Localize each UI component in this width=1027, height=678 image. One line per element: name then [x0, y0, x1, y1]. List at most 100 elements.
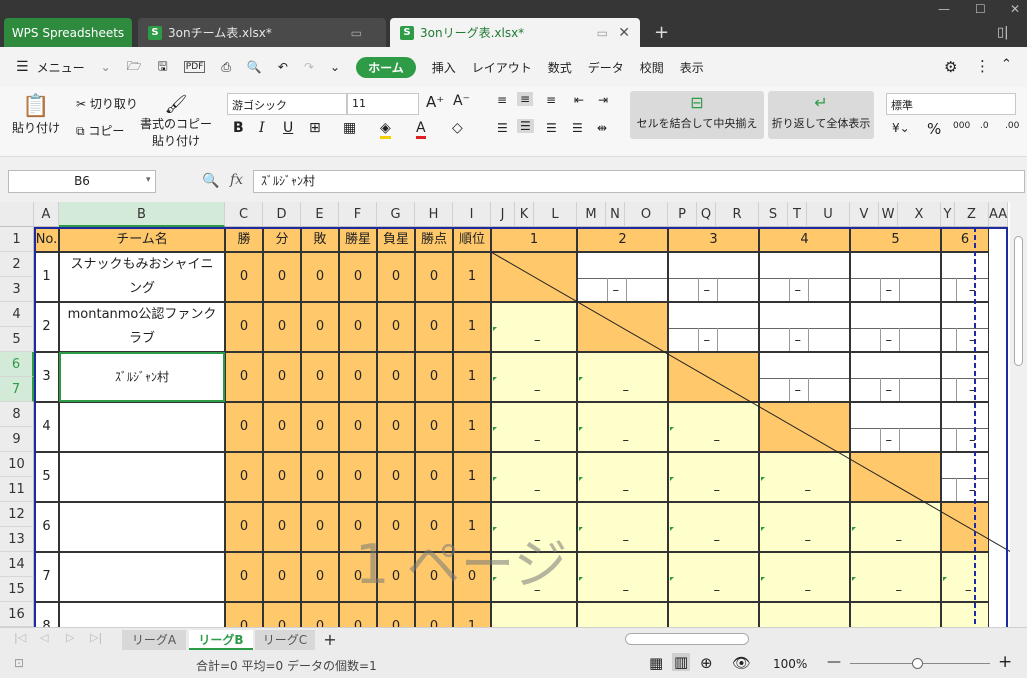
stat-cell[interactable]: 0: [377, 502, 415, 552]
no-header[interactable]: No.: [34, 227, 59, 252]
hscroll-thumb[interactable]: [625, 633, 749, 645]
diagonal-cell[interactable]: [577, 302, 668, 352]
stat-cell[interactable]: 0: [263, 502, 301, 552]
team-name[interactable]: ｽﾞﾙｼﾞｬﾝ村: [59, 352, 225, 402]
stat-cell[interactable]: 0: [415, 302, 453, 352]
team-name[interactable]: [59, 602, 225, 627]
team-number[interactable]: 3: [34, 352, 59, 402]
tab-review[interactable]: 校閲: [640, 59, 664, 76]
last-sheet-icon[interactable]: ▷|: [90, 631, 102, 644]
percent-button[interactable]: %: [927, 120, 941, 138]
stat-cell[interactable]: 0: [377, 352, 415, 402]
row-header[interactable]: 10: [0, 452, 34, 477]
stat-cell[interactable]: 0: [339, 602, 377, 627]
opponent-header[interactable]: 6: [941, 227, 989, 252]
stat-cell[interactable]: 1: [453, 502, 491, 552]
stat-cell[interactable]: 0: [225, 302, 263, 352]
opponent-header[interactable]: 2: [577, 227, 668, 252]
stat-cell[interactable]: 0: [415, 602, 453, 627]
align-right-icon[interactable]: ☰: [546, 121, 557, 135]
vertical-scrollbar[interactable]: [1010, 202, 1027, 627]
row-header[interactable]: 15: [0, 577, 34, 602]
column-header[interactable]: Y: [941, 202, 955, 227]
align-top-icon[interactable]: ≡: [497, 93, 507, 107]
match-cell[interactable]: –: [759, 302, 850, 352]
stat-cell[interactable]: 0: [415, 552, 453, 602]
match-cell[interactable]: –: [668, 402, 759, 452]
match-cell[interactable]: –: [850, 402, 941, 452]
points-header[interactable]: 勝点: [415, 227, 453, 252]
diagonal-cell[interactable]: [668, 352, 759, 402]
tab-file-team[interactable]: S 3onチーム表.xlsx* ▭: [138, 18, 386, 47]
draws-header[interactable]: 分: [263, 227, 301, 252]
zoom-search-icon[interactable]: 🔍: [202, 173, 219, 189]
sheet-tab-league-c[interactable]: リーグC: [255, 630, 315, 650]
team-number[interactable]: 2: [34, 302, 59, 352]
paste-button[interactable]: 📋 貼り付け: [10, 95, 62, 136]
more-icon[interactable]: ⋮: [975, 57, 990, 75]
italic-button[interactable]: I: [259, 120, 265, 136]
opponent-header[interactable]: 1: [491, 227, 577, 252]
name-box[interactable]: B6: [8, 170, 156, 193]
first-sheet-icon[interactable]: |◁: [14, 631, 26, 644]
next-sheet-icon[interactable]: ▷: [66, 631, 74, 644]
match-cell[interactable]: –: [941, 302, 989, 352]
match-cell[interactable]: –: [759, 452, 850, 502]
tab-insert[interactable]: 挿入: [432, 59, 456, 76]
comma-style-icon[interactable]: 000: [953, 121, 970, 131]
team-number[interactable]: 5: [34, 452, 59, 502]
losses-header[interactable]: 敗: [301, 227, 339, 252]
match-cell[interactable]: –: [491, 602, 577, 627]
match-cell[interactable]: –: [577, 402, 668, 452]
stat-cell[interactable]: 0: [377, 552, 415, 602]
stat-cell[interactable]: 0: [225, 602, 263, 627]
fx-icon[interactable]: fx: [230, 172, 243, 188]
stat-cell[interactable]: 0: [415, 502, 453, 552]
font-color-icon[interactable]: A: [416, 120, 426, 139]
column-header[interactable]: L: [534, 202, 577, 227]
column-header[interactable]: D: [263, 202, 301, 227]
stat-cell[interactable]: 0: [339, 502, 377, 552]
column-header[interactable]: F: [339, 202, 377, 227]
format-painter-button[interactable]: 🖌 書式のコピー 貼り付け: [140, 95, 212, 149]
stat-cell[interactable]: 0: [225, 252, 263, 302]
more-quick-icon[interactable]: ⌄: [330, 60, 340, 74]
stat-cell[interactable]: 0: [377, 302, 415, 352]
match-cell[interactable]: –: [491, 502, 577, 552]
row-header[interactable]: 3: [0, 277, 34, 302]
font-shrink-icon[interactable]: A⁻: [453, 93, 470, 109]
match-cell[interactable]: –: [668, 552, 759, 602]
row-header[interactable]: 14: [0, 552, 34, 577]
stat-cell[interactable]: 1: [453, 602, 491, 627]
formula-input[interactable]: ｽﾞﾙｼﾞｬﾝ村: [253, 170, 1025, 193]
match-cell[interactable]: –: [491, 552, 577, 602]
match-cell[interactable]: –: [941, 352, 989, 402]
stat-cell[interactable]: 0: [225, 452, 263, 502]
stat-cell[interactable]: 0: [263, 302, 301, 352]
match-cell[interactable]: –: [577, 352, 668, 402]
stat-cell[interactable]: 0: [301, 352, 339, 402]
column-header[interactable]: R: [716, 202, 759, 227]
match-cell[interactable]: –: [577, 502, 668, 552]
team-number[interactable]: 1: [34, 252, 59, 302]
diagonal-cell[interactable]: [941, 502, 989, 552]
match-cell[interactable]: –: [577, 252, 668, 302]
team-number[interactable]: 7: [34, 552, 59, 602]
tab-file-league[interactable]: S 3onリーグ表.xlsx* ▭ ✕: [390, 18, 640, 47]
tab-data[interactable]: データ: [588, 59, 624, 76]
indent-increase-icon[interactable]: ⇥: [598, 93, 608, 107]
stat-cell[interactable]: 0: [263, 252, 301, 302]
row-header[interactable]: 8: [0, 402, 34, 427]
row-header[interactable]: 7: [0, 377, 34, 402]
add-sheet-button[interactable]: +: [320, 630, 340, 650]
column-header[interactable]: J: [491, 202, 515, 227]
tab-view[interactable]: 表示: [680, 59, 704, 76]
column-header[interactable]: P: [668, 202, 697, 227]
column-header[interactable]: O: [625, 202, 668, 227]
tab-wps-home[interactable]: WPS Spreadsheets: [4, 18, 132, 47]
stat-cell[interactable]: 0: [339, 352, 377, 402]
match-cell[interactable]: –: [941, 602, 989, 627]
opponent-header[interactable]: 3: [668, 227, 759, 252]
match-cell[interactable]: –: [577, 452, 668, 502]
stat-cell[interactable]: 0: [339, 402, 377, 452]
